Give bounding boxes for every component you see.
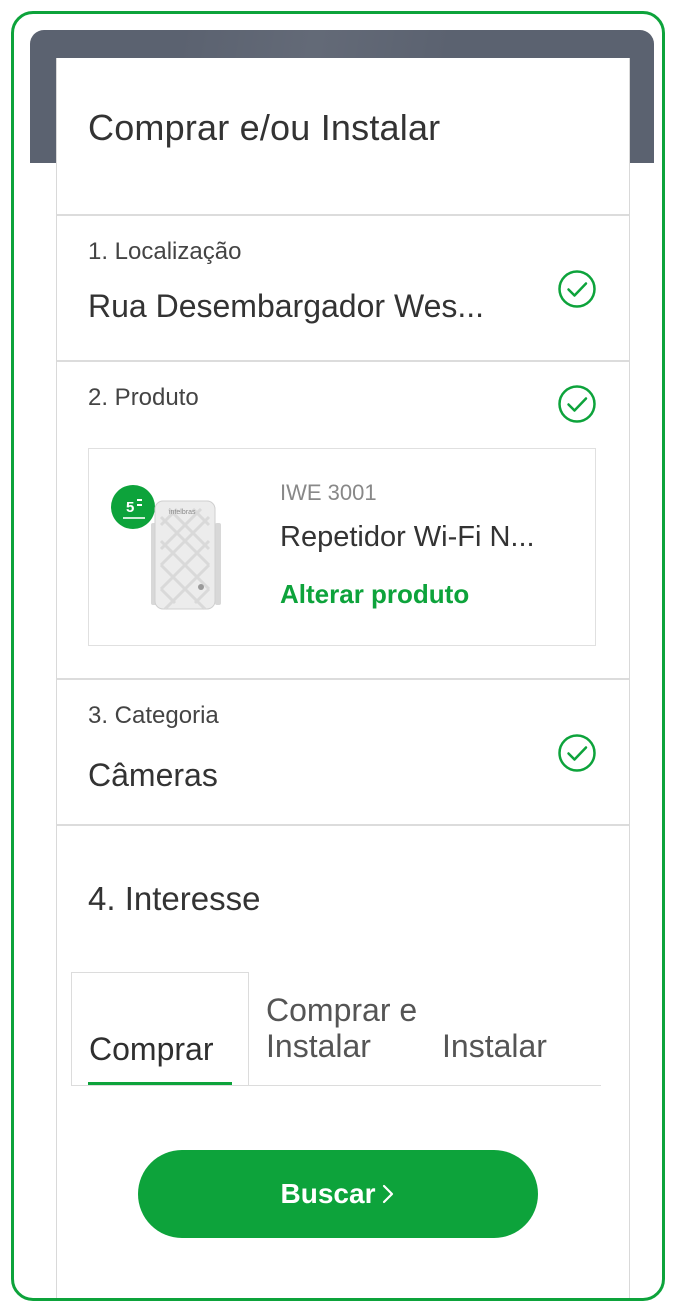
search-button[interactable]: Buscar: [138, 1150, 538, 1238]
step-category-label: 3. Categoria: [88, 702, 219, 729]
check-circle-icon: [558, 734, 596, 772]
step-location-value: Rua Desembargador Wes...: [88, 288, 485, 324]
step-interest-label: 4. Interesse: [88, 880, 261, 917]
divider: [57, 214, 629, 216]
check-circle-icon: [558, 385, 596, 423]
divider: [57, 678, 629, 680]
search-button-label: Buscar: [280, 1178, 376, 1209]
product-name: Repetidor Wi-Fi N...: [280, 521, 535, 553]
step-category-value: Câmeras: [88, 757, 218, 793]
step-location-label: 1. Localização: [88, 238, 242, 265]
tab-comprar-e-instalar[interactable]: Comprar e Instalar: [266, 992, 426, 1086]
divider: [57, 360, 629, 362]
divider: [57, 824, 629, 826]
tab-comprar[interactable]: Comprar: [71, 972, 249, 1085]
change-product-link[interactable]: Alterar produto: [280, 579, 469, 610]
product-card: 5 intelbras IWE 3001 Repetidor Wi-Fi N..…: [88, 448, 596, 646]
svg-text:intelbras: intelbras: [169, 509, 196, 516]
app-frame: Comprar e/ou Instalar 1. Localização Rua…: [11, 11, 665, 1301]
svg-text:5: 5: [126, 499, 134, 516]
tab-comprar-label: Comprar: [89, 1031, 214, 1067]
wizard-card: Comprar e/ou Instalar 1. Localização Rua…: [56, 58, 630, 1298]
interest-tabs: Comprar Comprar e Instalar Instalar: [71, 972, 601, 1086]
page-title: Comprar e/ou Instalar: [88, 107, 441, 148]
tab-instalar[interactable]: Instalar: [442, 1028, 547, 1086]
step-product-label: 2. Produto: [88, 384, 199, 411]
chevron-right-icon: [383, 1184, 394, 1204]
product-image: 5 intelbras: [111, 485, 221, 611]
check-circle-icon: [558, 270, 596, 308]
product-code: IWE 3001: [280, 480, 377, 505]
